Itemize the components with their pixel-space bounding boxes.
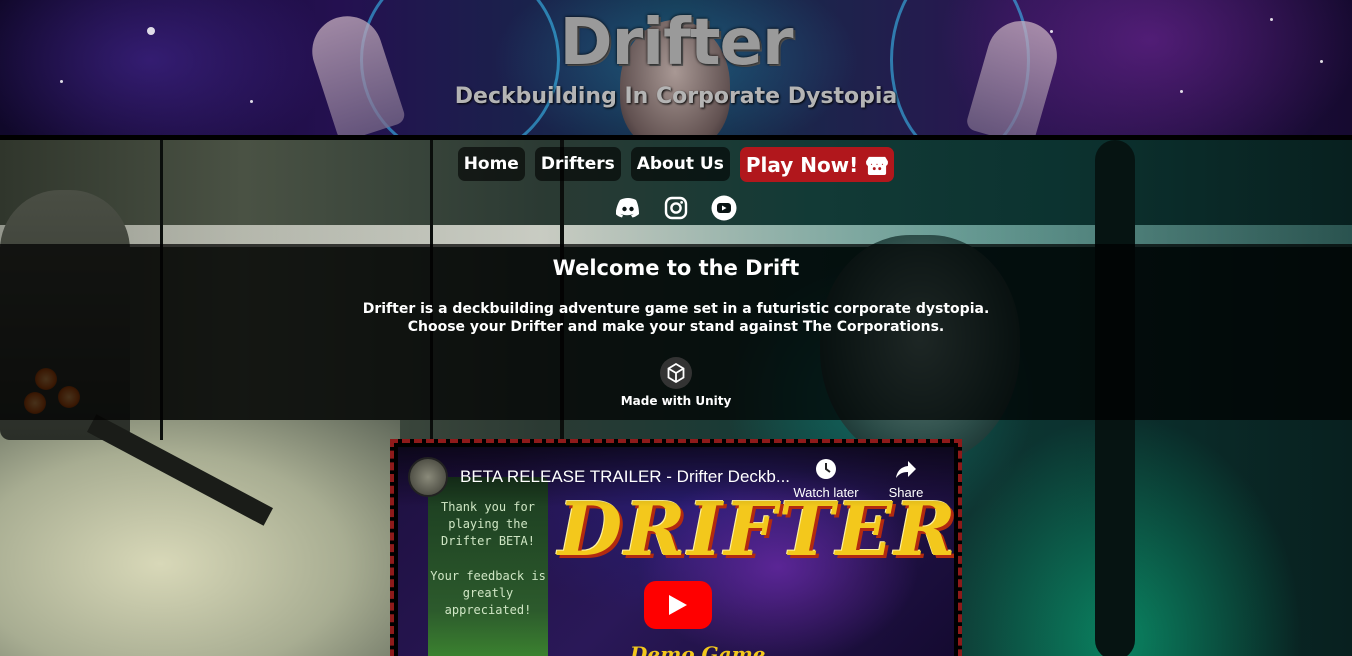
welcome-line-1: Drifter is a deckbuilding adventure game… [362, 301, 990, 317]
share-button[interactable]: Share [866, 457, 946, 500]
star-decoration [60, 80, 63, 83]
artwork-light-area [0, 420, 400, 656]
nav-about-us[interactable]: About Us [630, 147, 730, 181]
nav-drifters[interactable]: Drifters [534, 147, 621, 181]
trailer-video-player[interactable]: Thank you for playing the Drifter BETA! … [398, 447, 954, 656]
nav-home[interactable]: Home [457, 147, 525, 181]
site-title: Drifter [559, 6, 793, 80]
itch-io-icon [866, 156, 889, 175]
watch-later-button[interactable]: Watch later [786, 457, 866, 500]
play-video-button[interactable] [644, 581, 712, 629]
discord-icon[interactable] [615, 195, 641, 221]
instagram-icon[interactable] [663, 195, 689, 221]
clock-icon [816, 459, 836, 479]
trailer-video-frame: Thank you for playing the Drifter BETA! … [390, 439, 962, 656]
header-banner: Drifter Deckbuilding In Corporate Dystop… [0, 0, 1352, 137]
site-subtitle: Deckbuilding In Corporate Dystopia [454, 84, 898, 109]
main-nav: Home Drifters About Us Play Now! [0, 147, 1352, 182]
share-label: Share [888, 485, 924, 500]
youtube-icon[interactable] [711, 195, 737, 221]
thumbnail-subtitle: Demo Game [630, 642, 766, 656]
thumbnail-feedback-text: Your feedback is greatly appreciated! [430, 569, 546, 617]
welcome-title: Welcome to the Drift [552, 256, 800, 280]
share-icon [896, 461, 916, 478]
welcome-line-2: Choose your Drifter and make your stand … [407, 319, 945, 335]
play-now-label: Play Now! [745, 152, 859, 177]
welcome-description: Drifter is a deckbuilding adventure game… [0, 300, 1352, 336]
social-links [0, 195, 1352, 221]
made-with-unity-label: Made with Unity [620, 394, 732, 408]
watch-later-label: Watch later [793, 485, 859, 500]
channel-avatar[interactable] [408, 457, 448, 497]
play-icon [669, 595, 687, 615]
unity-icon[interactable] [660, 357, 692, 389]
play-now-button[interactable]: Play Now! [739, 147, 895, 182]
video-title-link[interactable]: BETA RELEASE TRAILER - Drifter Deckb... [460, 467, 790, 487]
